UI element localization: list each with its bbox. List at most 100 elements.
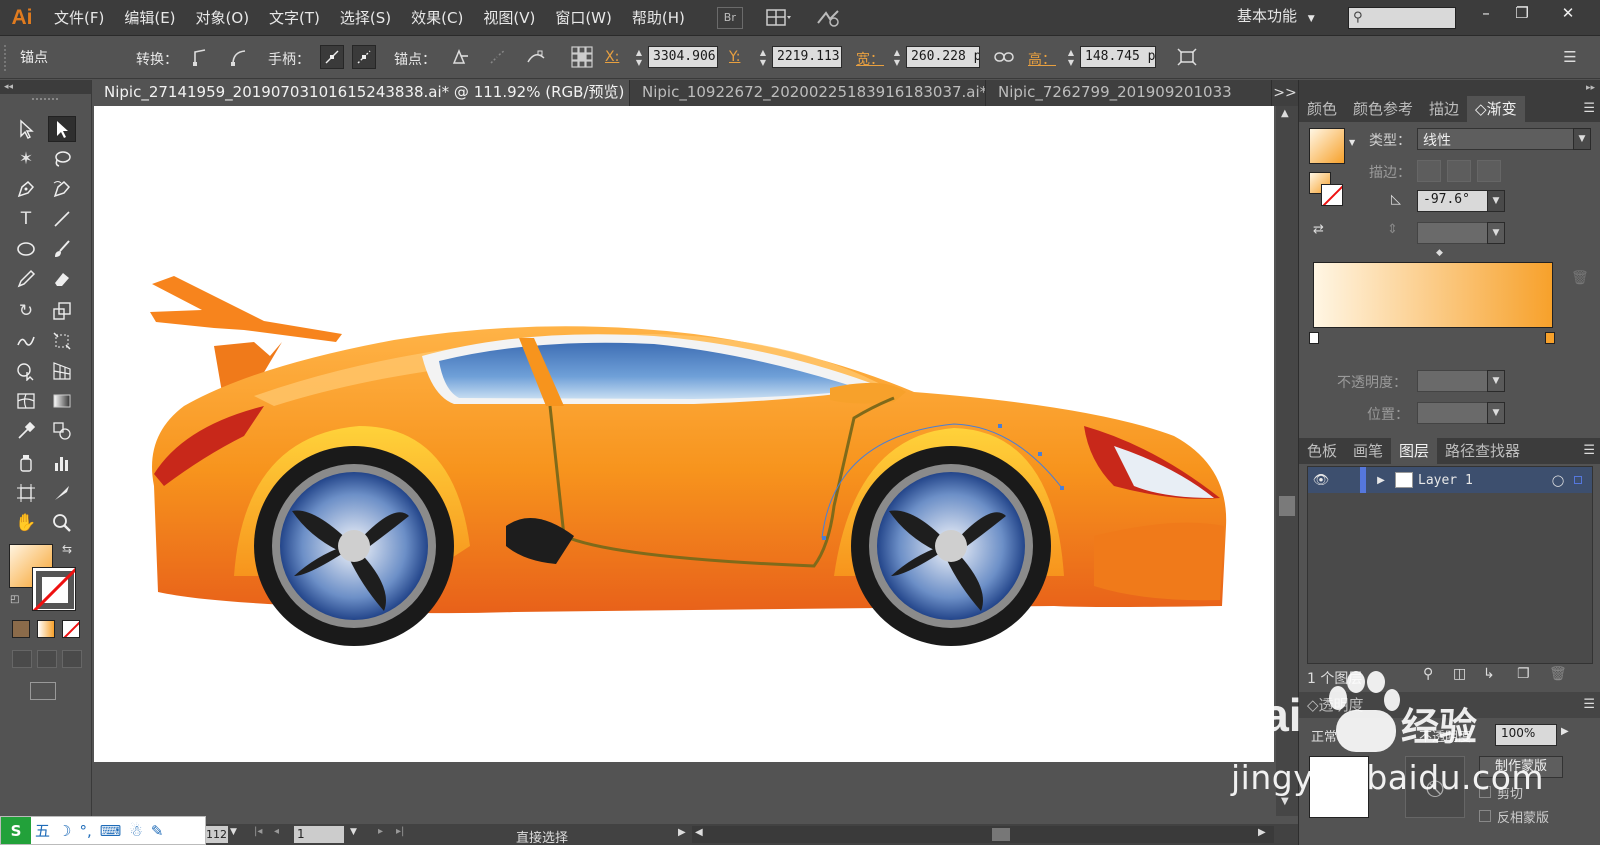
selection-indicator[interactable] xyxy=(1570,467,1586,493)
pen-tool-icon[interactable] xyxy=(12,176,40,202)
menu-file[interactable]: 文件(F) xyxy=(44,0,114,36)
transparency-opacity-field[interactable]: 100% xyxy=(1495,724,1557,746)
magic-wand-tool-icon[interactable]: ✶ xyxy=(12,146,40,172)
ime-punctuation-icon[interactable]: °, xyxy=(75,822,95,840)
tab-color-guide[interactable]: 颜色参考 xyxy=(1345,96,1421,122)
menu-edit[interactable]: 编辑(E) xyxy=(114,0,185,36)
type-tool-icon[interactable]: T xyxy=(12,206,40,232)
menu-select[interactable]: 选择(S) xyxy=(330,0,401,36)
car-artwork[interactable] xyxy=(94,106,1274,762)
lasso-tool-icon[interactable] xyxy=(48,146,76,172)
column-graph-tool-icon[interactable] xyxy=(48,450,76,476)
tab-brushes[interactable]: 画笔 xyxy=(1345,438,1391,464)
layer-row[interactable]: 👁 ▶ Layer 1 ◯ xyxy=(1308,467,1592,493)
delete-layer-icon[interactable]: 🗑 xyxy=(1549,666,1567,682)
trash-icon[interactable]: 🗑 xyxy=(1571,270,1589,286)
last-artboard-icon[interactable]: ▸| xyxy=(396,826,404,837)
default-fill-stroke-icon[interactable]: ◰ xyxy=(10,594,19,605)
status-menu-icon[interactable]: ▶ xyxy=(678,827,686,838)
align-reference-icon[interactable] xyxy=(568,45,596,69)
isolate-icon[interactable] xyxy=(1175,45,1199,69)
convert-to-corner-icon[interactable] xyxy=(188,45,212,69)
tab-layers[interactable]: 图层 xyxy=(1391,438,1438,464)
menu-effect[interactable]: 效果(C) xyxy=(401,0,473,36)
vertical-scrollbar[interactable]: ▲ ▼ xyxy=(1276,106,1298,816)
ime-moon-icon[interactable]: ☽ xyxy=(54,822,75,840)
clip-checkbox[interactable] xyxy=(1479,786,1491,798)
scroll-up-icon[interactable]: ▲ xyxy=(1281,108,1289,119)
tab-gradient[interactable]: ◇渐变 xyxy=(1467,96,1525,122)
bridge-button[interactable]: Br xyxy=(716,6,743,29)
menu-help[interactable]: 帮助(H) xyxy=(622,0,695,36)
gpu-sync-icon[interactable] xyxy=(815,7,841,29)
arrange-documents-icon[interactable] xyxy=(759,7,799,29)
artboard[interactable] xyxy=(94,106,1274,762)
cut-path-icon[interactable] xyxy=(524,45,548,69)
gradient-preview-swatch[interactable] xyxy=(1309,128,1345,164)
invert-mask-checkbox[interactable] xyxy=(1479,810,1491,822)
mesh-tool-icon[interactable] xyxy=(12,388,40,414)
search-input[interactable]: ⚲ xyxy=(1348,7,1456,29)
tab-pathfinder[interactable]: 路径查找器 xyxy=(1437,438,1528,464)
artboard-number-field[interactable]: 1 xyxy=(294,826,344,843)
x-field[interactable]: 3304.906 xyxy=(648,46,718,68)
reverse-gradient-icon[interactable]: ⇄ xyxy=(1313,222,1324,237)
restore-button[interactable]: ❐ xyxy=(1502,0,1542,26)
stroke-swatch[interactable] xyxy=(32,567,76,611)
width-stepper[interactable]: ▲ ▼ xyxy=(890,48,904,68)
eraser-tool-icon[interactable] xyxy=(48,266,76,292)
new-sublayer-icon[interactable]: ↳ xyxy=(1483,666,1495,682)
draw-inside-icon[interactable] xyxy=(62,650,82,668)
stroke-along-icon[interactable] xyxy=(1447,160,1471,182)
chevron-down-icon[interactable]: ▼ xyxy=(350,827,357,837)
first-artboard-icon[interactable]: |◂ xyxy=(254,826,262,837)
y-stepper[interactable]: ▲ ▼ xyxy=(756,48,770,68)
scroll-thumb[interactable] xyxy=(1279,496,1295,516)
gradient-stop-start[interactable] xyxy=(1309,332,1319,344)
color-mode-button[interactable] xyxy=(12,620,30,638)
close-window-button[interactable]: ✕ xyxy=(1548,0,1588,26)
direct-selection-tool-icon[interactable] xyxy=(48,116,76,142)
chevron-down-icon[interactable]: ▼ xyxy=(1349,138,1355,147)
gradient-slider-bar[interactable] xyxy=(1313,262,1553,328)
tab-color[interactable]: 颜色 xyxy=(1299,96,1345,122)
opacity-slider-arrow[interactable]: ▶ xyxy=(1561,726,1569,737)
gradient-stop-end[interactable] xyxy=(1545,332,1555,344)
selection-tool-icon[interactable] xyxy=(12,116,40,142)
zoom-field[interactable]: 112 xyxy=(206,826,228,843)
free-transform-tool-icon[interactable] xyxy=(48,328,76,354)
scroll-down-icon[interactable]: ▼ xyxy=(1281,796,1289,807)
symbol-sprayer-tool-icon[interactable] xyxy=(12,450,40,476)
stroke-across-icon[interactable] xyxy=(1477,160,1501,182)
y-field[interactable]: 2219.113 xyxy=(772,46,842,68)
make-mask-button[interactable]: 制作蒙版 xyxy=(1479,756,1563,778)
gradient-midpoint-icon[interactable]: ◆ xyxy=(1436,248,1443,258)
tab-document-2[interactable]: Nipic_10922672_20200225183916183037.ai* … xyxy=(630,80,986,106)
rotate-tool-icon[interactable]: ↻ xyxy=(12,298,40,324)
gradient-tool-icon[interactable] xyxy=(48,388,76,414)
menu-view[interactable]: 视图(V) xyxy=(473,0,545,36)
target-icon[interactable]: ◯ xyxy=(1548,467,1568,493)
chevron-down-icon[interactable]: ▼ xyxy=(1487,190,1505,212)
scroll-left-icon[interactable]: ◀ xyxy=(695,827,703,838)
gradient-angle-field[interactable]: -97.6° xyxy=(1417,190,1489,212)
draw-normal-icon[interactable] xyxy=(12,650,32,668)
ime-mode-icon[interactable]: 五 xyxy=(31,820,54,841)
locate-object-icon[interactable]: ⚲ xyxy=(1423,666,1433,682)
transparency-title[interactable]: ◇透明度 xyxy=(1299,692,1372,718)
shape-builder-tool-icon[interactable] xyxy=(12,358,40,384)
scroll-thumb[interactable] xyxy=(992,828,1010,841)
panel-collapse-handle[interactable]: ▸▸ xyxy=(1299,80,1600,96)
stroke-within-icon[interactable] xyxy=(1417,160,1441,182)
workspace-switcher[interactable]: 基本功能 ▼ xyxy=(1237,0,1315,36)
menu-object[interactable]: 对象(O) xyxy=(186,0,260,36)
layer-name[interactable]: Layer 1 xyxy=(1418,467,1473,493)
chevron-down-icon[interactable]: ▼ xyxy=(230,827,237,837)
pencil-tool-icon[interactable] xyxy=(12,266,40,292)
link-icon[interactable] xyxy=(992,45,1016,69)
hide-handles-icon[interactable] xyxy=(352,45,376,69)
tab-swatches[interactable]: 色板 xyxy=(1299,438,1345,464)
curvature-tool-icon[interactable] xyxy=(48,176,76,202)
tools-collapse-handle[interactable]: ◂◂ xyxy=(0,80,91,94)
panel-menu-icon[interactable]: ☰ xyxy=(1583,692,1595,718)
